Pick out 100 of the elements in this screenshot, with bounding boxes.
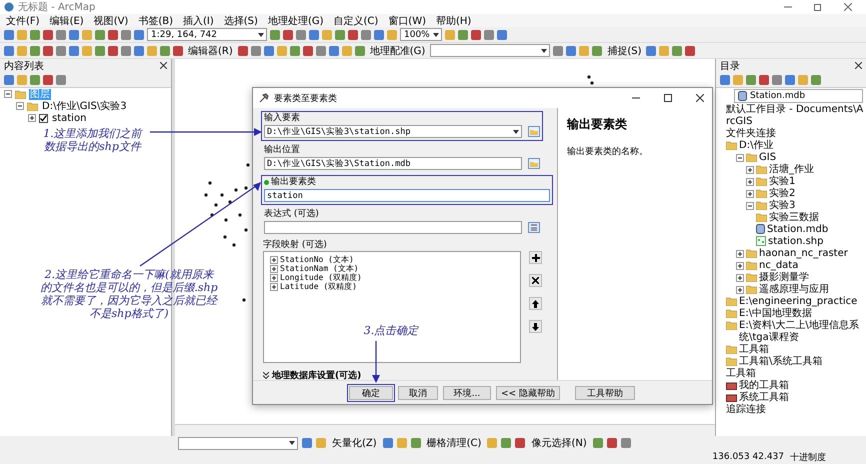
- close-icon[interactable]: [855, 62, 862, 69]
- tool-icon[interactable]: [566, 46, 576, 56]
- list-item[interactable]: Longitude (双精度): [280, 272, 362, 283]
- collapse-icon[interactable]: [746, 202, 754, 210]
- tool-icon[interactable]: [620, 438, 631, 448]
- catalog-item[interactable]: 工具箱\系统工具箱: [739, 356, 822, 368]
- tool-icon[interactable]: [553, 46, 564, 56]
- snapping-menu[interactable]: 捕捉(S): [605, 44, 644, 58]
- dialog-button[interactable]: 环境...: [443, 386, 491, 400]
- tool-icon[interactable]: [646, 46, 656, 56]
- catalog-item[interactable]: nc_data: [759, 260, 798, 272]
- menu-item[interactable]: 地理处理(G): [268, 14, 324, 28]
- menu-item[interactable]: 自定义(C): [334, 14, 378, 28]
- toolbar-menu[interactable]: 矢量化(Z): [330, 436, 379, 450]
- tool-icon[interactable]: [592, 46, 602, 56]
- catalog-item[interactable]: 工具箱: [726, 368, 756, 380]
- scale-dropdown[interactable]: 1:29, 164, 742: [147, 28, 267, 41]
- catalog-item[interactable]: 实验1: [769, 176, 796, 188]
- tool-icon[interactable]: [302, 46, 313, 56]
- tool-icon[interactable]: [264, 46, 274, 56]
- catalog-item[interactable]: 遥感原理与应用: [759, 284, 829, 296]
- catalog-item[interactable]: 实验三数据: [769, 212, 819, 224]
- tool-icon[interactable]: [685, 46, 696, 56]
- tool-icon[interactable]: [382, 438, 393, 448]
- tool-icon[interactable]: [354, 46, 365, 56]
- list-item[interactable]: StationNam (文本): [280, 263, 359, 274]
- expand-icon[interactable]: [736, 250, 744, 258]
- layer-dropdown[interactable]: [178, 436, 298, 450]
- catalog-item[interactable]: D:\作业: [739, 140, 774, 152]
- catalog-item[interactable]: E:\中国地理数据: [739, 308, 812, 320]
- expand-icon[interactable]: [746, 178, 754, 186]
- expand-icon[interactable]: [746, 166, 754, 174]
- double-chevron-icon[interactable]: [263, 372, 269, 379]
- tool-icon[interactable]: [328, 46, 339, 56]
- tool-icon[interactable]: [238, 46, 248, 56]
- catalog-item[interactable]: station.shp: [768, 236, 824, 248]
- scrollbar[interactable]: [175, 424, 715, 436]
- input-field[interactable]: D:\作业\GIS\实验3\station.shp: [264, 125, 522, 138]
- list-item[interactable]: Latitude (双精度): [280, 281, 357, 292]
- layer-checkbox[interactable]: [39, 114, 48, 122]
- georeferencing-menu[interactable]: 地理配准(G): [368, 44, 428, 58]
- collapse-icon[interactable]: [4, 90, 12, 98]
- dialog-button[interactable]: << 隐藏帮助: [496, 386, 560, 400]
- menu-item[interactable]: 帮助(H): [436, 14, 472, 28]
- input-field[interactable]: D:\作业\GIS\实验3\Station.mdb: [264, 157, 522, 170]
- toolbar-menu[interactable]: 像元选择(N): [529, 436, 589, 450]
- catalog-item[interactable]: 工具箱: [739, 344, 769, 356]
- tool-icon[interactable]: [592, 438, 603, 448]
- tool-icon[interactable]: [410, 438, 421, 448]
- catalog-item[interactable]: 文件夹连接: [726, 128, 776, 140]
- catalog-item[interactable]: E:\engineering_practice: [739, 296, 858, 308]
- tool-icon[interactable]: [515, 438, 526, 448]
- close-icon[interactable]: [696, 94, 704, 102]
- zoom-dropdown[interactable]: 100%: [400, 28, 442, 41]
- open-folder-icon[interactable]: [528, 126, 540, 137]
- move-down-button[interactable]: [529, 320, 542, 333]
- section-toggle[interactable]: 地理数据库设置(可选): [272, 369, 362, 382]
- menu-item[interactable]: 书签(B): [138, 14, 174, 28]
- expand-icon[interactable]: [736, 262, 744, 270]
- remove-button[interactable]: [529, 274, 542, 287]
- tree-item[interactable]: station: [51, 112, 88, 124]
- close-icon[interactable]: [160, 62, 167, 69]
- maximize-icon[interactable]: [664, 94, 672, 102]
- expand-icon[interactable]: [270, 264, 278, 272]
- tree-item[interactable]: D:\作业\GIS\实验3: [41, 100, 128, 112]
- catalog-item[interactable]: 实验3: [769, 200, 796, 212]
- move-up-button[interactable]: [529, 297, 542, 310]
- catalog-item[interactable]: 追踪连接: [726, 404, 766, 416]
- expand-icon[interactable]: [270, 282, 278, 290]
- collapse-icon[interactable]: [16, 102, 24, 110]
- restore-icon[interactable]: [814, 3, 822, 11]
- catalog-item[interactable]: 活塘_作业: [769, 164, 814, 176]
- catalog-item[interactable]: E:\资料\大二上\地理信息系统\tga课程资: [739, 320, 866, 344]
- tool-icon[interactable]: [290, 46, 300, 56]
- layer-dropdown[interactable]: [430, 44, 550, 57]
- catalog-item[interactable]: GIS: [759, 152, 776, 164]
- collapse-icon[interactable]: [736, 154, 744, 162]
- tool-icon[interactable]: [501, 438, 512, 448]
- menu-item[interactable]: 选择(S): [224, 14, 258, 28]
- close-icon[interactable]: [844, 3, 852, 11]
- add-button[interactable]: [529, 251, 542, 264]
- catalog-item[interactable]: 系统工具箱: [739, 392, 789, 404]
- dialog-button[interactable]: 工具帮助: [575, 386, 635, 400]
- catalog-item[interactable]: 默认工作目录 - Documents\ArcGIS: [726, 104, 866, 128]
- tool-icon[interactable]: [606, 438, 617, 448]
- menu-item[interactable]: 文件(F): [6, 14, 40, 28]
- tool-icon[interactable]: [316, 46, 326, 56]
- catalog-item[interactable]: 我的工具箱: [739, 380, 789, 392]
- catalog-item[interactable]: Station.mdb: [767, 224, 828, 236]
- editor-menu[interactable]: 编辑器(R): [186, 44, 235, 58]
- expand-icon[interactable]: [736, 286, 744, 294]
- expand-icon[interactable]: [270, 256, 278, 264]
- input-field[interactable]: [264, 221, 522, 234]
- tool-icon[interactable]: [672, 46, 682, 56]
- toolbar-menu[interactable]: 栅格清理(C): [424, 436, 484, 450]
- expand-icon[interactable]: [746, 190, 754, 198]
- open-folder-icon[interactable]: [528, 158, 540, 169]
- expand-icon[interactable]: [736, 274, 744, 282]
- menu-item[interactable]: 视图(V): [94, 14, 128, 28]
- menu-item[interactable]: 插入(I): [183, 14, 214, 28]
